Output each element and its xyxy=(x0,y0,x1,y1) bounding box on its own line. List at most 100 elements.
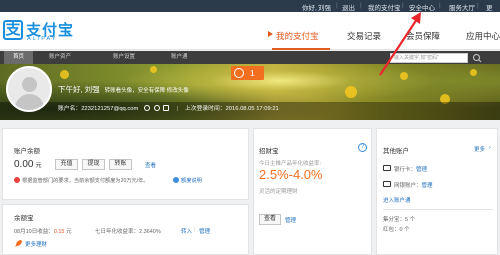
netbank-label: 网银账户： xyxy=(394,183,422,189)
yuebao-manage-link[interactable]: 管理 xyxy=(199,227,210,235)
zhaocaibao-view-button[interactable]: 查看 xyxy=(259,214,281,225)
recharge-button[interactable]: 充值 xyxy=(55,159,78,170)
transfer-button[interactable]: 转账 xyxy=(109,159,132,170)
zhaocaibao-title: 招财宝 xyxy=(259,148,279,155)
account-info: 账户名：2232121257@qq.com | 上次登录时间：2016.08.0… xyxy=(58,103,279,112)
zhaocaibao-rate: 2.5%-4.0% xyxy=(259,167,323,182)
search-input[interactable]: 输入关键字,如"密码" xyxy=(390,53,468,63)
other-accounts-panel: 其他账户 更多 › 银行卡：管理 网银账户：管理 进入账户通 集分宝：5 个 红… xyxy=(376,128,498,255)
account-label: 账户名： xyxy=(58,106,82,112)
last-login-label: 上次登录时间： xyxy=(184,106,226,112)
points-label: 集分宝： xyxy=(383,217,406,223)
balance-amount: 0.00 元 xyxy=(14,159,41,170)
rocket-icon xyxy=(15,240,22,247)
enter-account-link[interactable]: 进入账户通 xyxy=(383,196,411,204)
separator: | xyxy=(176,106,179,112)
logout-link[interactable]: 退出 xyxy=(342,2,355,12)
netbank-row: 网银账户：管理 xyxy=(394,181,433,189)
top-utility-bar: 你好, 刘强 | 退出 | 我的支付宝 | 安全中心 | 服务大厅 | 更 xyxy=(0,0,500,12)
separator: | xyxy=(360,2,362,9)
user-greeting: 下午好, 刘强 转账看头像，安全有保障 修改头像 xyxy=(58,84,189,95)
my-alipay-link[interactable]: 我的支付宝 xyxy=(368,2,401,12)
netbank-manage-link[interactable]: 管理 xyxy=(422,183,433,189)
more-finance-link[interactable]: 更多理财 xyxy=(25,240,47,248)
avatar[interactable] xyxy=(6,66,52,112)
yuebao-transfer-in-link[interactable]: 转入 xyxy=(181,227,192,235)
yuebao-title: 余额宝 xyxy=(14,215,34,222)
quota-explanation-link[interactable]: 额度说明 xyxy=(181,177,202,184)
banner-decoration xyxy=(400,72,408,80)
red-packet-row: 红包：0 个 xyxy=(383,225,410,233)
alipay-logo-en: ALIPAY xyxy=(27,36,58,42)
separator: | xyxy=(439,2,441,9)
avatar-head xyxy=(22,77,37,92)
nav-pointer-icon xyxy=(268,31,273,37)
bank-card-icon xyxy=(383,165,391,171)
nav-my-alipay[interactable]: 我的支付宝 xyxy=(276,30,319,42)
alipay-logo-mark: 支 xyxy=(3,20,23,40)
balance-unit: 元 xyxy=(35,163,42,169)
security-center-link[interactable]: 安全中心 xyxy=(409,2,435,12)
zhaocaibao-manage-link[interactable]: 管理 xyxy=(285,216,296,224)
yuebao-panel: 余额宝 08月10日收益：0.15 元 七日年化收益率：2.3640% 转入 |… xyxy=(2,204,249,255)
tab-home[interactable]: 首页 xyxy=(4,51,34,64)
account-value: 2232121257@qq.com xyxy=(81,106,139,112)
yuebao-income-value: 0.15 xyxy=(53,229,65,235)
separator: | xyxy=(336,2,338,9)
help-icon[interactable]: ? xyxy=(358,143,367,152)
search-icon[interactable] xyxy=(472,53,482,63)
banner-decoration xyxy=(60,70,69,79)
greeting-label: 你好, xyxy=(302,5,317,12)
last-login-value: 2016.08.05 17:09:21 xyxy=(225,106,279,112)
yuebao-rate-label: 七日年化收益率： xyxy=(95,229,140,235)
points-row: 集分宝：5 个 xyxy=(383,215,415,223)
quota-notice: 根据监管部门的要求，当前余额支付额度为20万元/年。 xyxy=(22,178,149,184)
banner-decoration xyxy=(470,69,477,76)
warning-icon xyxy=(14,177,20,183)
zhaocaibao-panel: 招财宝 ? 今日主推产品年化收益率: 2.5%-4.0% 灵活的定期理财 查看 … xyxy=(253,128,372,255)
other-accounts-more-link[interactable]: 更多 xyxy=(474,145,485,153)
zhaocaibao-subtitle: 今日主推产品年化收益率: xyxy=(259,161,322,167)
alarm-clock-icon xyxy=(234,68,244,78)
chevron-right-icon: › xyxy=(489,145,491,151)
greeting-text: 下午好, 刘强 xyxy=(58,85,100,94)
notification-count: 1 xyxy=(250,68,255,78)
tab-account-pass[interactable]: 账户通 xyxy=(162,51,197,64)
yuebao-income-label: 08月10日收益： xyxy=(14,229,54,235)
balance-title: 账户余额 xyxy=(14,148,40,155)
points-value: 5 个 xyxy=(405,217,416,223)
username-dropdown[interactable]: 刘强 xyxy=(318,2,331,12)
service-hall-link[interactable]: 服务大厅 xyxy=(449,2,475,12)
main-header: 支 支付宝 ALIPAY 我的支付宝 交易记录 会员保障 应用中心 xyxy=(0,12,500,50)
avatar-tips-link[interactable]: 转账看头像，安全有保障 修改头像 xyxy=(105,88,189,94)
balance-value: 0.00 xyxy=(14,159,34,170)
yuebao-income-unit: 元 xyxy=(66,229,72,235)
separator: | xyxy=(194,227,196,233)
bank-card-label: 银行卡： xyxy=(394,167,417,173)
netbank-icon xyxy=(383,181,391,187)
nav-transactions[interactable]: 交易记录 xyxy=(347,30,381,42)
notification-badge[interactable]: 1 xyxy=(231,66,264,80)
avatar-body xyxy=(15,94,44,110)
red-packet-value: 0 个 xyxy=(399,227,410,233)
yuebao-income: 08月10日收益：0.15 元 xyxy=(14,227,72,235)
yuebao-rate: 七日年化收益率：2.3640% xyxy=(95,227,161,235)
alipay-logo[interactable]: 支 支付宝 ALIPAY xyxy=(3,19,73,43)
yuebao-rate-value: 2.3640% xyxy=(139,229,161,235)
tab-account-assets[interactable]: 账户资产 xyxy=(40,51,80,64)
banner-decoration xyxy=(345,86,357,98)
view-balance-link[interactable]: 查看 xyxy=(145,161,156,169)
phone-icon[interactable] xyxy=(153,105,160,112)
nav-app-center[interactable]: 应用中心 xyxy=(466,30,500,42)
bank-card-row: 银行卡：管理 xyxy=(394,165,427,173)
separator: | xyxy=(477,2,479,9)
id-card-icon[interactable] xyxy=(163,105,170,112)
nav-member-protection[interactable]: 会员保障 xyxy=(406,30,440,42)
more-link[interactable]: 更 xyxy=(486,2,493,12)
bank-card-manage-link[interactable]: 管理 xyxy=(416,167,427,173)
withdraw-button[interactable]: 提现 xyxy=(82,159,105,170)
banner-decoration xyxy=(150,66,157,73)
divider xyxy=(383,209,493,210)
tab-account-settings[interactable]: 账户设置 xyxy=(104,51,144,64)
verified-icon[interactable] xyxy=(143,105,150,112)
